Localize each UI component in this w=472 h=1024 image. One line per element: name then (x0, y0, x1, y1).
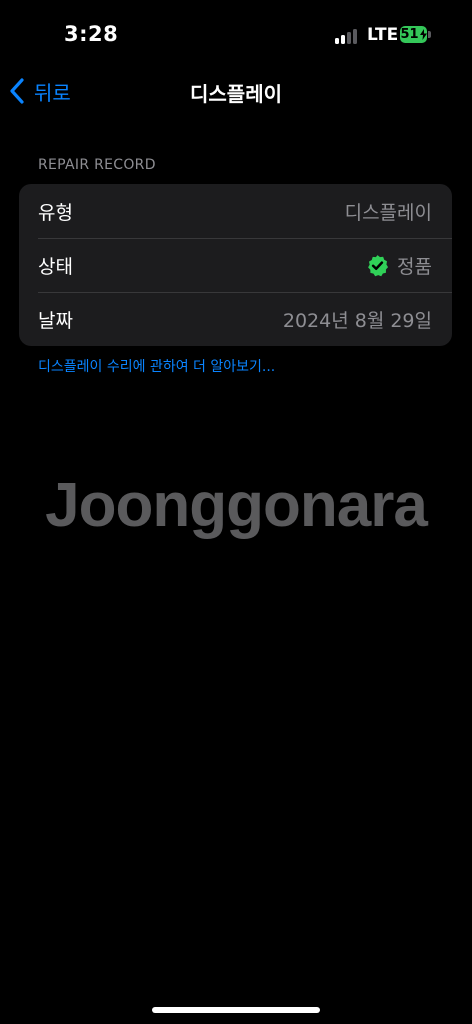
row-date-label: 날짜 (38, 309, 73, 332)
charging-bolt-icon (419, 29, 427, 40)
row-type: 유형 디스플레이 (19, 184, 452, 238)
repair-record-group: 유형 디스플레이 상태 정품 날짜 2024년 8월 29일 (19, 184, 452, 346)
row-status-value-container: 정품 (366, 252, 432, 279)
section-header: REPAIR RECORD (38, 157, 156, 173)
learn-more-link[interactable]: 디스플레이 수리에 관하여 더 알아보기... (38, 356, 275, 376)
watermark-logo: Joonggonara (45, 471, 428, 540)
cellular-signal-icon (335, 28, 359, 44)
screen: 3:28 LTE 51 뒤로 디스플레이 REPAIR RECORD 유형 디스… (0, 0, 472, 1024)
check-badge-icon (368, 254, 389, 276)
row-date: 날짜 2024년 8월 29일 (19, 292, 452, 346)
row-status-value: 정품 (397, 255, 432, 278)
row-type-label: 유형 (38, 201, 73, 224)
status-bar: 3:28 LTE 51 (0, 0, 472, 70)
battery-icon: 51 (400, 26, 427, 43)
row-status: 상태 정품 (19, 238, 452, 292)
row-date-value: 2024년 8월 29일 (282, 309, 432, 332)
row-type-value: 디스플레이 (344, 201, 432, 224)
row-status-label: 상태 (38, 255, 73, 278)
network-type: LTE (367, 25, 399, 45)
battery-level: 51 (400, 27, 419, 42)
home-indicator[interactable] (152, 1007, 320, 1013)
page-title: 디스플레이 (190, 82, 282, 106)
battery-tip (428, 31, 431, 38)
status-time: 3:28 (64, 22, 119, 46)
